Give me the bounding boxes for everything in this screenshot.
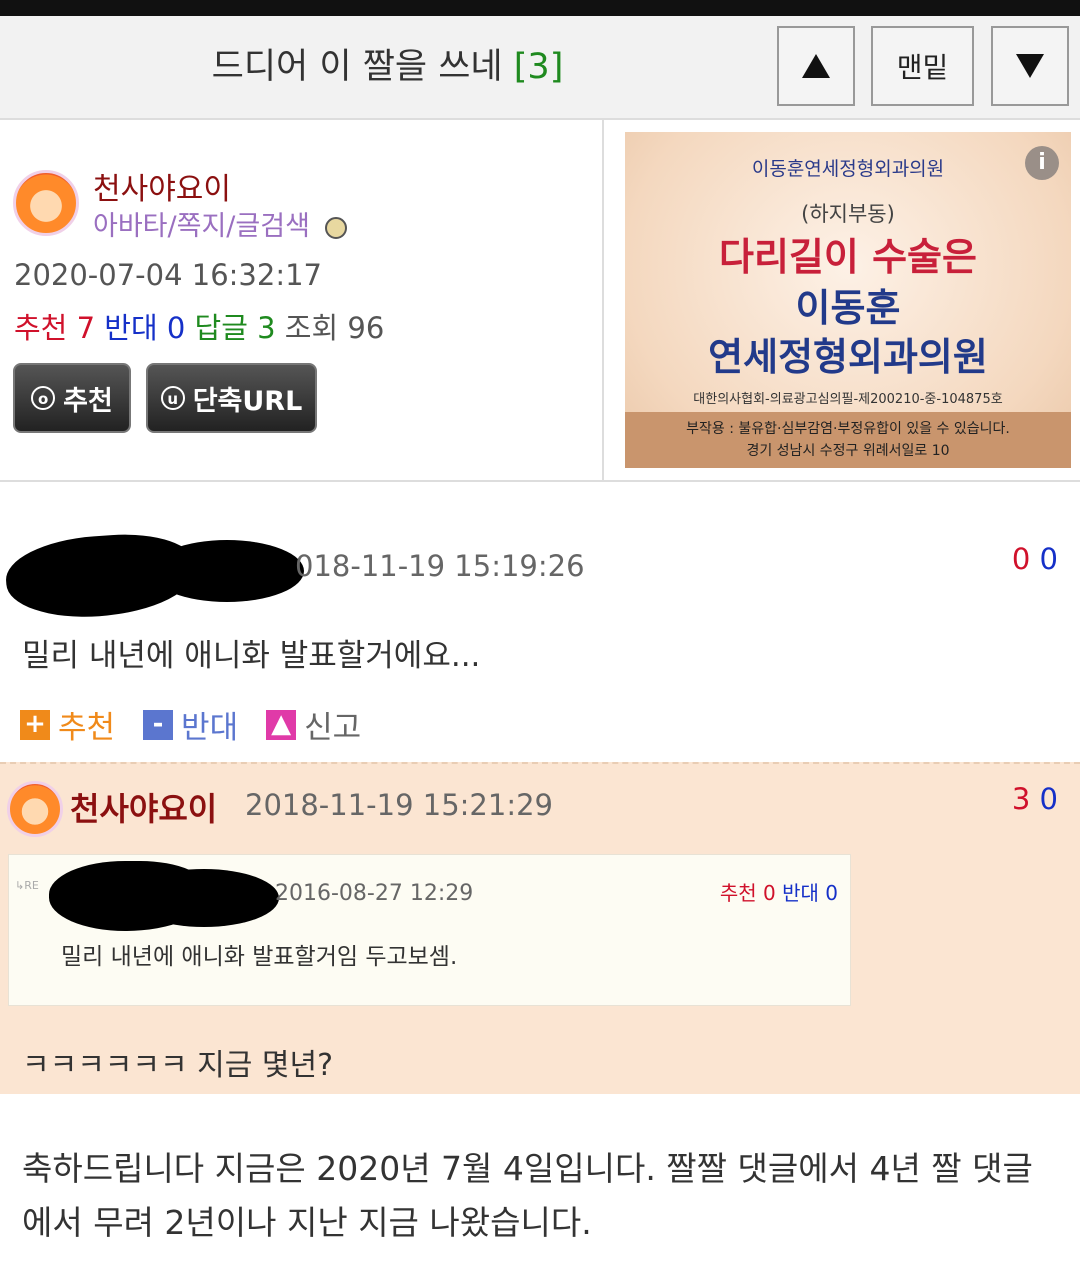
comment-up-count: 0 [1011,542,1031,576]
comment-votes: 0 0 [1012,542,1058,576]
recommend-button[interactable]: o 추천 [13,363,131,433]
quoted-comment-image: ↳RE 2016-08-27 12:29 추천 0 반대 0 밀리 내년에 애니… [8,854,851,1006]
ad-headline: 다리길이 수술은 [719,235,977,279]
post-stats: 추천 7 반대 0 답글 3 조회 96 [14,305,384,347]
views-count: 96 [347,311,385,345]
status-bar [0,0,1080,16]
post-body: 축하드립니다 지금은 2020년 7월 4일입니다. 짤짤 댓글에서 4년 짤 … [22,1149,1033,1242]
post-info: 천사야요이 아바타/쪽지/글검색 2020-07-04 16:32:17 추천 … [0,120,604,480]
ad-doctor-name: 이동훈 [795,286,901,330]
comment-recommend-label: 추천 [58,710,116,746]
quote-oppose-label: 반대 [782,881,819,905]
quote-text: 밀리 내년에 애니화 발표할거임 두고보셈. [61,944,458,970]
comment-text: 밀리 내년에 애니화 발표할거에요... [22,638,481,674]
short-url-button-label: 단축URL [192,385,303,417]
reply-label: 답글 [194,311,248,345]
advertisement-banner[interactable]: 이동훈연세정형외과의원 i (하지부동) 다리길이 수술은 이동훈 연세정형외과… [625,132,1071,468]
ad-clinic-title: 연세정형외과의원 [708,335,988,379]
recommend-circle-icon: o [31,386,56,410]
quote-recommend-label: 추천 [719,881,757,905]
redacted-scribble [150,540,304,602]
ad-clinic-name: 이동훈연세정형외과의원 [751,158,945,180]
post-datetime: 2020-07-04 16:32:17 [14,258,322,292]
quote-oppose-count: 0 [825,881,838,905]
scroll-down-button[interactable] [991,26,1069,106]
ad-footer: 부작용 : 불유합·심부감염·부정유합이 있을 수 있습니다. 경기 성남시 수… [625,412,1071,468]
comment-datetime: 2018-11-19 15:21:29 [245,788,553,822]
short-url-button[interactable]: u 단축URL [146,363,317,433]
quote-recommend-count: 0 [763,881,776,905]
url-circle-icon: u [160,386,185,410]
down-arrow-icon [1016,54,1044,78]
recommend-label: 추천 [14,311,68,345]
ad-registration: 대한의사협회-의료광고심의필-제200210-중-104875호 [693,392,1003,407]
comment-text: ㅋㅋㅋㅋㅋㅋ 지금 몇년? [22,1048,333,1083]
comment-report-label: 신고 [304,710,362,746]
post-header: 드디어 이 짤을 쓰네 [3] 맨밑 [0,16,1080,120]
author-comment: 천사야요이 2018-11-19 15:21:29 3 0 ↳RE 2016-0… [0,762,1080,1094]
quote-votes: 추천 0 반대 0 [720,877,838,906]
avatar[interactable] [7,781,63,837]
minus-icon: - [143,709,174,740]
comment-down-count: 0 [1039,542,1058,576]
siren-icon: ▲ [266,709,297,740]
up-arrow-icon [802,54,830,78]
author-links[interactable]: 아바타/쪽지/글검색 [93,204,347,243]
quote-re-label: RE [24,879,39,892]
comment-up-count: 3 [1011,782,1031,816]
comment-oppose-label: 반대 [181,710,239,746]
views-label: 조회 [284,311,339,345]
author-name[interactable]: 천사야요이 [93,164,231,208]
ad-info-icon[interactable]: i [1025,146,1059,180]
ad-address: 경기 성남시 수정구 위례서일로 10 [746,443,950,459]
avatar[interactable] [13,170,79,236]
scroll-up-button[interactable] [777,26,855,106]
comment-oppose-button[interactable]: - 반대 [143,702,238,747]
quote-datetime: 2016-08-27 12:29 [275,881,474,906]
post-title: 드디어 이 짤을 쓰네 [211,47,503,87]
ad-side-effect: 부작용 : 불유합·심부감염·부정유합이 있을 수 있습니다. [686,421,1010,437]
author-links-label[interactable]: 아바타/쪽지/글검색 [93,211,310,242]
oppose-label: 반대 [104,311,158,345]
go-bottom-button[interactable]: 맨밑 [871,26,974,106]
ad-subtitle: (하지부동) [801,202,895,226]
recommend-button-label: 추천 [63,385,113,417]
recommend-count: 7 [76,311,96,345]
comment-author[interactable]: 천사야요이 [70,784,217,830]
comment: 018-11-19 15:19:26 0 0 밀리 내년에 애니화 발표할거에요… [0,482,1080,760]
comment-datetime: 018-11-19 15:19:26 [295,549,585,583]
reply-count: [3] [513,47,564,87]
mail-icon[interactable] [324,216,347,239]
comment-votes: 3 0 [1012,782,1058,816]
comment-down-count: 0 [1039,782,1058,816]
reply-arrow-icon: ↳RE [15,879,39,892]
comment-actions: + 추천 - 반대 ▲ 신고 [20,702,389,747]
plus-icon: + [20,709,50,740]
comment-recommend-button[interactable]: + 추천 [20,702,115,747]
reply-stat-count: 3 [257,311,276,345]
page-title: 드디어 이 짤을 쓰네 [3] [0,16,775,118]
oppose-count: 0 [166,311,186,345]
redacted-scribble [129,869,279,927]
comment-report-button[interactable]: ▲ 신고 [266,702,361,747]
